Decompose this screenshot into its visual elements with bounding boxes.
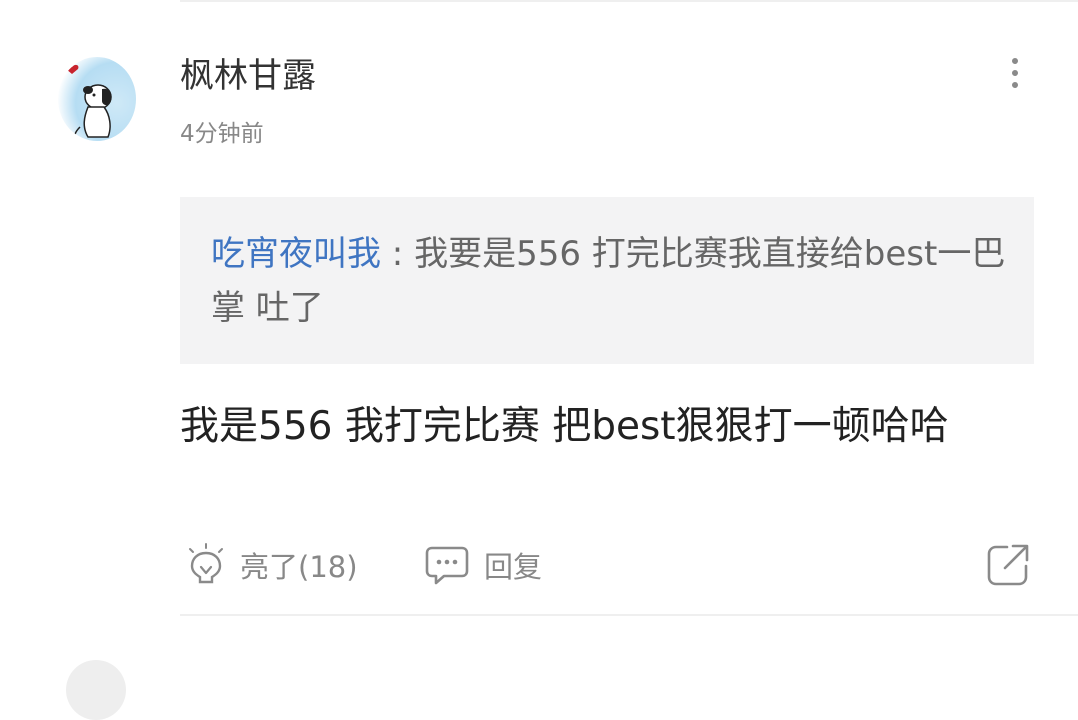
more-vertical-icon: [1012, 58, 1018, 88]
reply-label: 回复: [484, 550, 543, 584]
top-divider: [180, 0, 1078, 2]
reply-button[interactable]: 回复: [424, 539, 542, 591]
quoted-comment[interactable]: 吃宵夜叫我 : 我要是556 打完比赛我直接给best一巴掌 吐了: [180, 197, 1034, 364]
username[interactable]: 枫林甘露: [180, 54, 316, 98]
bottom-divider: [180, 614, 1078, 616]
timestamp: 4分钟前: [180, 121, 264, 147]
comment-body: 我是556 我打完比赛 把best狠狠打一顿哈哈: [180, 404, 949, 449]
like-button[interactable]: 亮了(18): [186, 539, 358, 591]
snoopy-avatar-image: [65, 64, 112, 140]
quoted-author-link[interactable]: 吃宵夜叫我: [211, 234, 381, 274]
like-count-label: 亮了(18): [240, 550, 358, 584]
chat-bubble-icon: [425, 546, 469, 585]
avatar[interactable]: [58, 57, 136, 141]
share-icon: [987, 544, 1029, 586]
lightbulb-icon: [189, 543, 223, 584]
more-button[interactable]: [1000, 56, 1030, 90]
next-comment-avatar[interactable]: [66, 660, 126, 720]
quote-separator: :: [381, 234, 415, 274]
share-button[interactable]: [985, 542, 1031, 588]
